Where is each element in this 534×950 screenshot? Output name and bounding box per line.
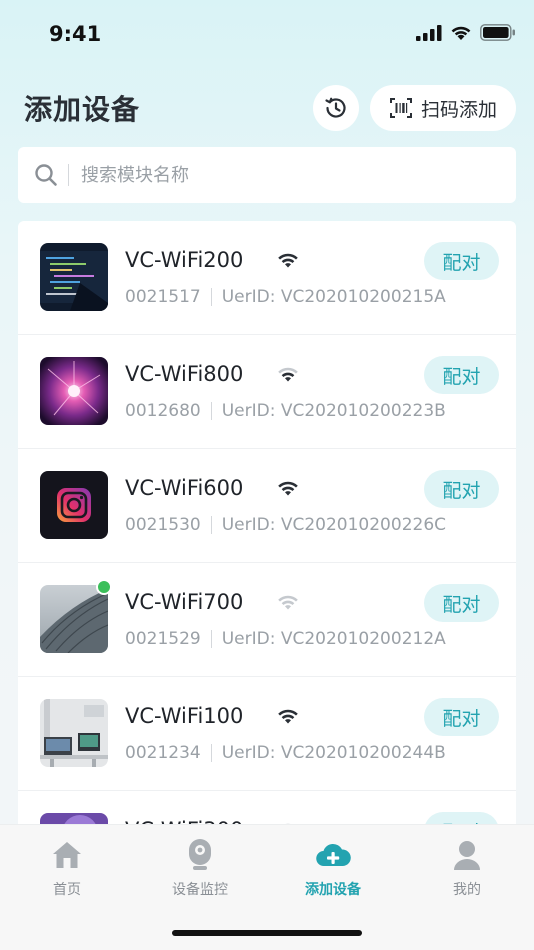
camera-icon: [189, 839, 211, 870]
meta-divider: [210, 288, 212, 306]
search-input[interactable]: [81, 164, 461, 186]
wifi-signal-weak-icon: [278, 595, 298, 610]
home-indicator: [172, 930, 362, 936]
history-button[interactable]: [313, 85, 359, 131]
device-code: 0012680: [125, 401, 201, 421]
device-name: VC-WiFi600: [125, 476, 244, 500]
tab-add-device-label: 添加设备: [305, 882, 361, 898]
device-code: 0021530: [125, 515, 201, 535]
meta-divider: [210, 744, 212, 762]
wifi-signal-strong-icon: [278, 709, 298, 724]
device-row-vc-wifi700[interactable]: VC-WiFi700 0021529 UerID: VC202010200212…: [18, 563, 516, 677]
device-uerid: UerID: VC202010200215A: [221, 287, 446, 307]
device-code: 0021529: [125, 629, 201, 649]
scan-add-button[interactable]: 扫码添加: [370, 85, 516, 131]
device-uerid: UerID: VC202010200223B: [221, 401, 446, 421]
device-thumbnail: [40, 471, 108, 539]
device-thumbnail: [40, 699, 108, 767]
pair-button[interactable]: 配对: [424, 242, 499, 280]
tab-mine[interactable]: 我的: [417, 837, 517, 899]
device-meta: 0021234 UerID: VC202010200244B: [125, 743, 446, 763]
device-code: 0021517: [125, 287, 201, 307]
scan-add-label: 扫码添加: [420, 98, 497, 121]
user-icon: [454, 841, 480, 870]
device-meta: 0021530 UerID: VC202010200226C: [125, 515, 446, 535]
device-row-vc-wifi100[interactable]: VC-WiFi100 0021234 UerID: VC202010200244…: [18, 677, 516, 791]
device-thumbnail: [40, 357, 108, 425]
device-uerid: UerID: VC202010200226C: [221, 515, 447, 535]
pair-button[interactable]: 配对: [424, 356, 499, 394]
scan-icon: [389, 98, 412, 118]
tab-add-device[interactable]: 添加设备: [283, 837, 383, 899]
tab-home[interactable]: 首页: [17, 837, 117, 899]
search-divider: [68, 164, 69, 186]
meta-divider: [210, 630, 212, 648]
tab-home-label: 首页: [53, 882, 81, 898]
device-row-vc-wifi200[interactable]: VC-WiFi200 0021517 UerID: VC202010200215…: [18, 221, 516, 335]
device-code: 0021234: [125, 743, 201, 763]
device-row-vc-wifi600[interactable]: VC-WiFi600 0021530 UerID: VC202010200226…: [18, 449, 516, 563]
online-status-dot: [96, 579, 112, 595]
device-meta: 0021517 UerID: VC202010200215A: [125, 287, 446, 307]
status-icons: [416, 24, 516, 41]
history-icon: [325, 97, 346, 118]
meta-divider: [210, 402, 212, 420]
device-name: VC-WiFi100: [125, 704, 244, 728]
search-icon: [35, 164, 57, 186]
device-row-vc-wifi800[interactable]: VC-WiFi800 0012680 UerID: VC202010200223…: [18, 335, 516, 449]
device-uerid: UerID: VC202010200212A: [221, 629, 446, 649]
tab-device-monitor[interactable]: 设备监控: [150, 837, 250, 899]
pair-button[interactable]: 配对: [424, 584, 499, 622]
page-title: 添加设备: [24, 93, 141, 126]
device-thumbnail: [40, 243, 108, 311]
home-icon: [53, 842, 81, 868]
device-uerid: UerID: VC202010200244B: [221, 743, 446, 763]
cloud-add-icon: [316, 843, 351, 867]
search-box[interactable]: [18, 147, 516, 203]
wifi-signal-medium-icon: [278, 367, 298, 382]
device-meta: 0021529 UerID: VC202010200212A: [125, 629, 446, 649]
device-name: VC-WiFi200: [125, 248, 244, 272]
status-time: 9:41: [49, 22, 102, 46]
device-thumbnail: [40, 585, 108, 653]
status-bar: 9:41: [0, 0, 534, 70]
pair-button[interactable]: 配对: [424, 698, 499, 736]
tab-device-monitor-label: 设备监控: [172, 882, 228, 898]
wifi-signal-strong-icon: [278, 253, 298, 268]
pair-button[interactable]: 配对: [424, 470, 499, 508]
device-name: VC-WiFi800: [125, 362, 244, 386]
tab-mine-label: 我的: [453, 882, 481, 898]
device-meta: 0012680 UerID: VC202010200223B: [125, 401, 446, 421]
battery-icon: [480, 24, 515, 41]
device-name: VC-WiFi700: [125, 590, 244, 614]
wifi-signal-strong-icon: [278, 481, 298, 496]
cellular-signal-icon: [416, 24, 442, 41]
device-list: VC-WiFi200 0021517 UerID: VC202010200215…: [18, 221, 516, 841]
meta-divider: [210, 516, 212, 534]
wifi-status-icon: [451, 26, 471, 40]
